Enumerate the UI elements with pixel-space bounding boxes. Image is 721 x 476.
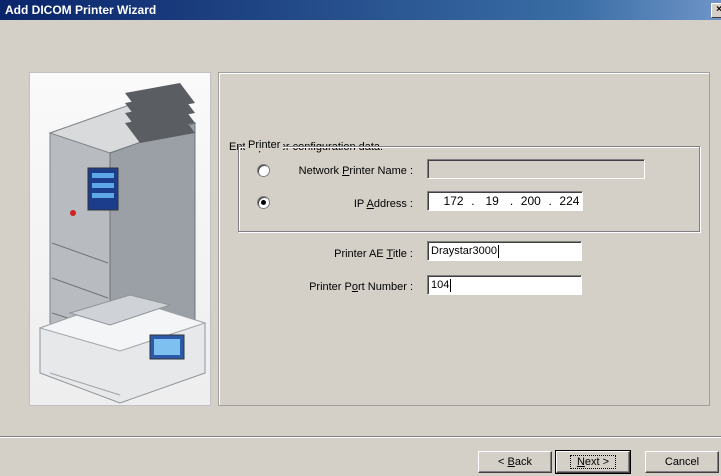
button-divider <box>0 436 721 438</box>
content-panel <box>218 72 710 406</box>
next-button[interactable]: Next > <box>555 450 631 474</box>
text-caret <box>498 244 500 258</box>
ip-octet-4[interactable]: 224 <box>557 192 582 210</box>
title-bar[interactable]: Add DICOM Printer Wizard × <box>0 0 721 20</box>
port-number-value: 104 <box>431 279 450 291</box>
port-number-input[interactable]: 104 <box>427 275 582 295</box>
back-button[interactable]: < Back <box>478 451 552 473</box>
printer-illustration <box>29 72 211 406</box>
printer-group-legend: Printer <box>245 139 284 151</box>
text-caret <box>450 278 452 292</box>
network-printer-name-input[interactable] <box>427 159 645 179</box>
radio-selected-dot <box>261 200 266 205</box>
network-printer-label: Network Printer Name : <box>298 165 413 177</box>
ae-title-value: Draystar3000 <box>431 245 498 257</box>
port-number-label: Printer Port Number : <box>309 281 413 293</box>
ip-address-input[interactable]: 172 . 19 . 200 . 224 <box>427 191 583 211</box>
close-icon[interactable]: × <box>711 3 721 18</box>
cancel-button[interactable]: Cancel <box>645 451 719 473</box>
ip-octet-1[interactable]: 172 <box>441 192 466 210</box>
printer-illustration-svg <box>38 83 207 404</box>
network-printer-radio[interactable] <box>257 164 270 177</box>
window-title: Add DICOM Printer Wizard <box>5 3 157 17</box>
ip-octet-3[interactable]: 200 <box>518 192 543 210</box>
ip-octet-2[interactable]: 19 <box>480 192 505 210</box>
ip-address-radio[interactable] <box>257 196 270 209</box>
ip-address-label: IP Address : <box>353 198 413 210</box>
ae-title-label: Printer AE Title : <box>334 248 413 260</box>
ae-title-input[interactable]: Draystar3000 <box>427 241 582 261</box>
